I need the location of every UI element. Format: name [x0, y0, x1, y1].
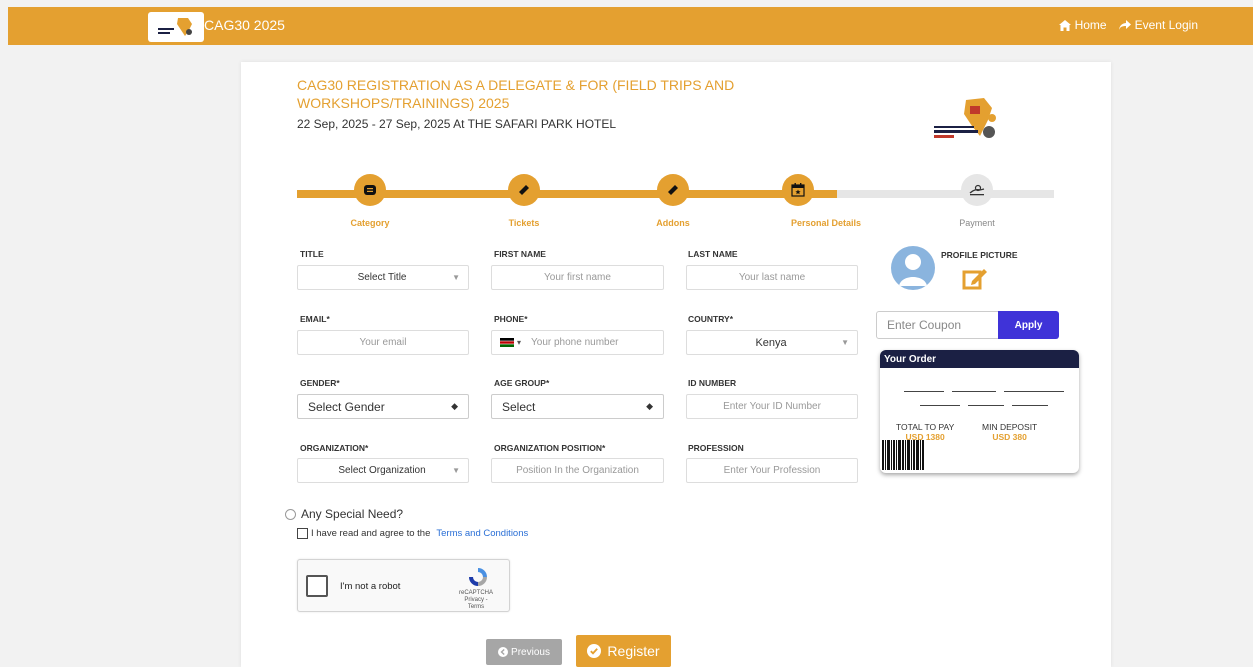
gender-label: GENDER* [300, 378, 340, 388]
order-title: Your Order [880, 350, 1079, 368]
profession-label: PROFESSION [688, 443, 744, 453]
org-position-input[interactable]: Position In the Organization [491, 458, 664, 483]
payment-icon [969, 184, 985, 196]
chevron-down-icon: ▾ [517, 338, 522, 347]
min-deposit: MIN DEPOSIT USD 380 [982, 422, 1038, 442]
country-label: COUNTRY* [688, 314, 734, 324]
chevron-down-icon: ▼ [841, 338, 849, 347]
organization-label: ORGANIZATION* [300, 443, 369, 453]
id-number-label: ID NUMBER [688, 378, 737, 388]
logo-icon [158, 18, 192, 36]
home-icon [1058, 19, 1071, 31]
recaptcha-brand: reCAPTCHA Privacy - Terms [456, 590, 496, 611]
calendar-icon [791, 183, 805, 197]
chevron-down-icon: ▼ [452, 273, 460, 282]
terms-agreement: I have read and agree to the Terms and C… [297, 528, 528, 539]
order-summary: Your Order TOTAL TO PAY USD 1380 MIN DEP… [880, 350, 1079, 473]
kenya-flag-icon[interactable]: ▾ [500, 338, 521, 347]
first-name-input[interactable]: Your first name [491, 265, 664, 290]
org-position-label: ORGANIZATION POSITION* [494, 443, 606, 453]
avatar [891, 246, 935, 290]
phone-label: PHONE* [494, 314, 528, 324]
step-label-tickets: Tickets [508, 218, 540, 228]
user-icon [899, 254, 927, 286]
nav-links: Home Event Login [1058, 18, 1198, 32]
check-circle-icon [587, 644, 602, 658]
step-category[interactable] [354, 174, 386, 206]
phone-input[interactable]: ▾ Your phone number [491, 330, 664, 355]
profession-input[interactable]: Enter Your Profession [686, 458, 858, 483]
gender-select[interactable]: Select Gender ◆ [297, 394, 469, 419]
recaptcha-links[interactable]: Privacy - Terms [456, 597, 496, 611]
email-input[interactable]: Your email [297, 330, 469, 355]
email-label: EMAIL* [300, 314, 330, 324]
recaptcha-label: I'm not a robot [340, 581, 401, 592]
special-need-radio[interactable]: Any Special Need? [285, 507, 403, 521]
step-addons[interactable] [657, 174, 689, 206]
title-label: TITLE [300, 249, 324, 259]
last-name-label: LAST NAME [688, 249, 738, 259]
ticket-icon [519, 185, 529, 195]
last-name-input[interactable]: Your last name [686, 265, 858, 290]
step-label-personal-details: Personal Details [790, 218, 862, 228]
sort-arrows-icon: ◆ [451, 401, 458, 411]
recaptcha-widget: I'm not a robot reCAPTCHA Privacy - Term… [297, 559, 510, 612]
recaptcha-checkbox[interactable] [306, 575, 328, 597]
brand-name[interactable]: CAG30 2025 [204, 17, 285, 33]
title-select[interactable]: Select Title ▼ [297, 265, 469, 290]
age-group-label: AGE GROUP* [494, 378, 550, 388]
edit-icon[interactable] [962, 266, 988, 290]
top-navbar: CAG30 2025 Home Event Login [8, 7, 1253, 45]
country-select[interactable]: Kenya ▼ [686, 330, 858, 355]
barcode-icon [882, 440, 934, 470]
sort-arrows-icon: ◆ [646, 401, 653, 411]
step-label-payment: Payment [959, 218, 995, 228]
step-personal-details[interactable] [782, 174, 814, 206]
arrow-left-circle-icon [498, 647, 509, 657]
step-label-addons: Addons [656, 218, 690, 228]
profile-picture-label: PROFILE PICTURE [941, 250, 1018, 260]
step-tickets[interactable] [508, 174, 540, 206]
coupon-input[interactable]: Enter Coupon [876, 311, 999, 339]
step-label-category: Category [350, 218, 390, 228]
event-title: CAG30 REGISTRATION AS A DELEGATE & FOR (… [297, 77, 735, 111]
chevron-down-icon: ▼ [452, 466, 460, 475]
terms-checkbox[interactable] [297, 528, 308, 539]
age-group-select[interactable]: Select ◆ [491, 394, 664, 419]
home-link[interactable]: Home [1058, 18, 1107, 32]
share-arrow-icon [1118, 20, 1131, 30]
list-icon [364, 185, 376, 195]
ticket-icon [668, 185, 678, 195]
organization-select[interactable]: Select Organization ▼ [297, 458, 469, 483]
total-to-pay: TOTAL TO PAY USD 1380 [896, 422, 955, 442]
register-button[interactable]: Register [576, 635, 671, 667]
terms-link[interactable]: Terms and Conditions [436, 528, 528, 539]
apply-button[interactable]: Apply [998, 311, 1059, 339]
site-logo[interactable] [148, 12, 204, 42]
radio-button[interactable] [285, 508, 296, 520]
event-login-link[interactable]: Event Login [1118, 18, 1198, 32]
id-number-input[interactable]: Enter Your ID Number [686, 394, 858, 419]
previous-button[interactable]: Previous [486, 639, 562, 665]
first-name-label: FIRST NAME [494, 249, 546, 259]
step-payment[interactable] [961, 174, 993, 206]
recaptcha-logo-icon [469, 568, 487, 586]
event-logo-icon [934, 98, 996, 138]
event-date-venue: 22 Sep, 2025 - 27 Sep, 2025 At THE SAFAR… [297, 117, 617, 131]
